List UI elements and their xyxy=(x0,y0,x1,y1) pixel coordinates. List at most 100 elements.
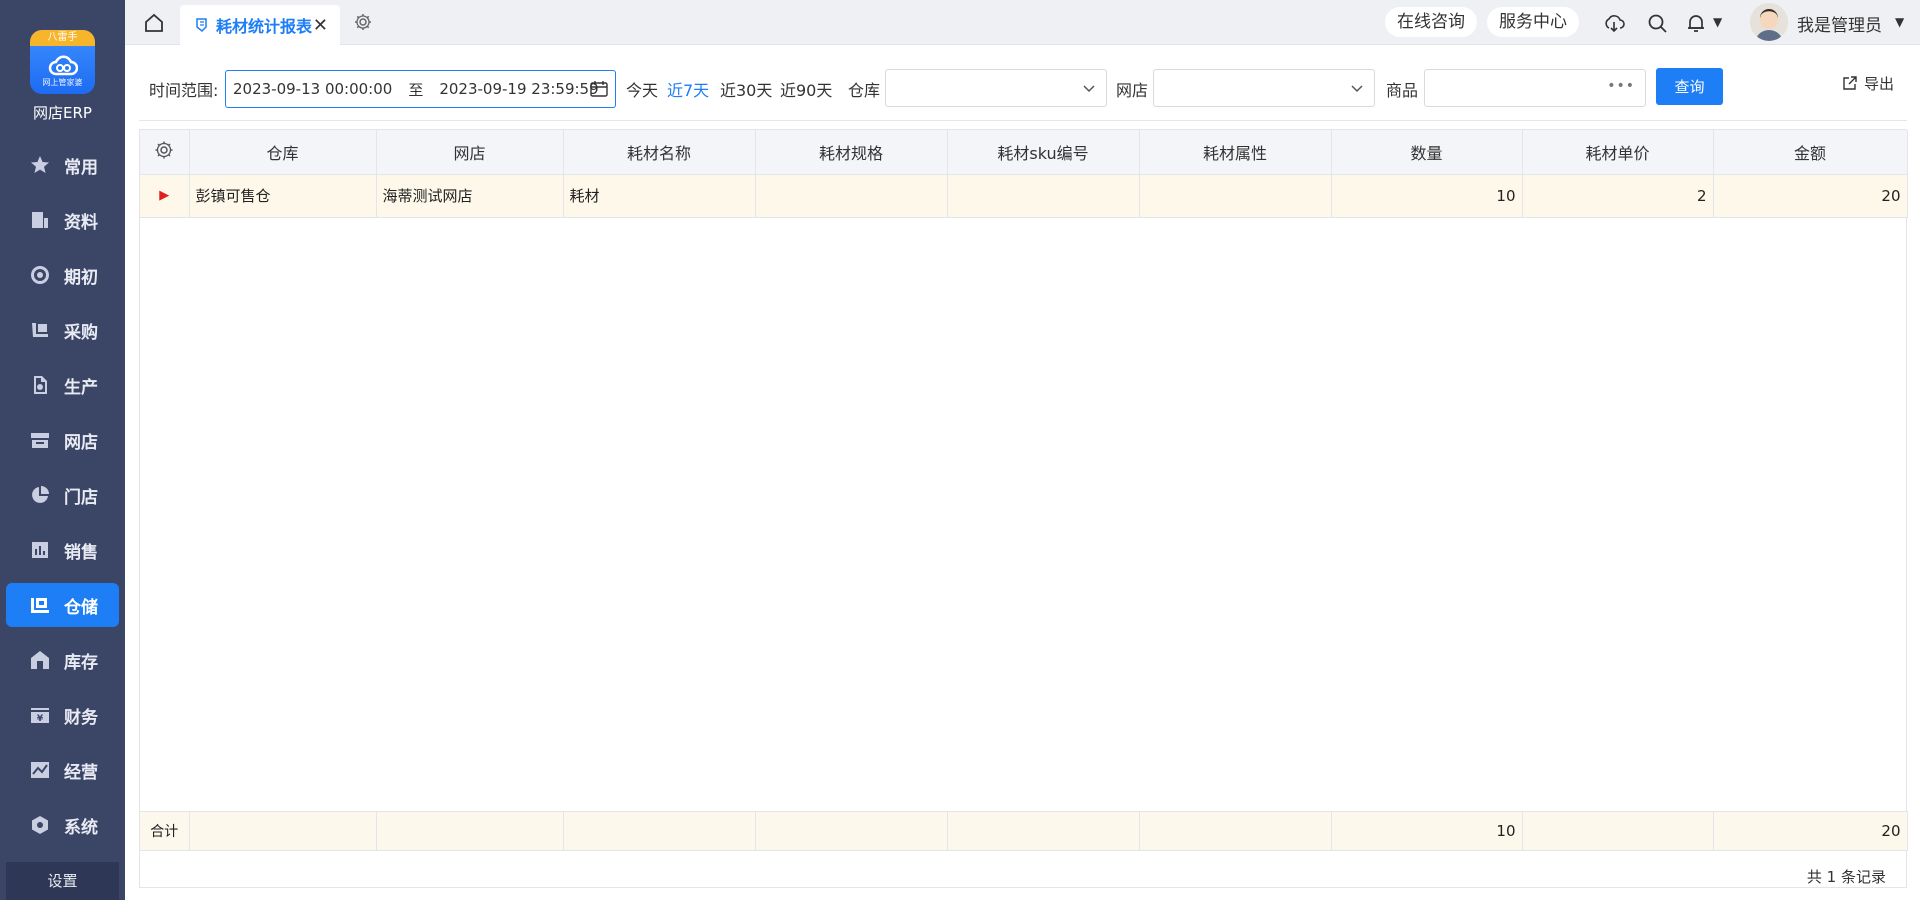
factory-icon xyxy=(34,376,47,394)
brand-name: 网店ERP xyxy=(33,104,92,122)
gear-icon[interactable] xyxy=(353,12,373,32)
cloud-download-icon[interactable] xyxy=(1603,12,1625,34)
shop-icon xyxy=(31,433,49,448)
sidebar-item-operation[interactable]: 经营 xyxy=(6,748,119,792)
home-icon[interactable] xyxy=(143,12,165,34)
sidebar-item-sales[interactable]: 销售 xyxy=(6,528,119,572)
sidebar-item-common[interactable]: 常用 xyxy=(6,143,119,187)
sidebar-item-purchase[interactable]: 采购 xyxy=(6,308,119,352)
cell-qty: 10 xyxy=(1331,174,1523,218)
divider xyxy=(139,120,1907,121)
date-range-picker[interactable]: 2023-09-13 00:00:00 至 2023-09-19 23:59:5… xyxy=(225,70,616,108)
chevron-down-icon[interactable]: ▼ xyxy=(1713,15,1722,29)
sidebar-item-store[interactable]: 门店 xyxy=(6,473,119,517)
column-header[interactable]: 网店 xyxy=(376,130,564,175)
column-header[interactable]: 耗材sku编号 xyxy=(947,130,1140,175)
online-consult-button[interactable]: 在线咨询 xyxy=(1385,7,1477,37)
report-table: 仓库 网店 耗材名称 耗材规格 耗材sku编号 耗材属性 数量 耗材单价 金额 … xyxy=(140,130,1908,218)
avatar[interactable] xyxy=(1750,3,1788,41)
bar-chart-icon xyxy=(32,542,48,558)
cell-spec xyxy=(755,174,948,218)
summary-empty xyxy=(376,811,564,851)
cell-price: 2 xyxy=(1522,174,1714,218)
column-header[interactable]: 仓库 xyxy=(189,130,377,175)
summary-row: 合计 10 20 xyxy=(140,811,1908,851)
query-button[interactable]: 查询 xyxy=(1656,68,1723,105)
pie-icon xyxy=(32,486,49,503)
warehouse-icon xyxy=(31,598,49,613)
sidebar-item-data[interactable]: 资料 xyxy=(6,198,119,242)
column-header[interactable]: 耗材名称 xyxy=(563,130,756,175)
tab-consumables-report[interactable]: 耗材统计报表 ✕ xyxy=(180,5,340,45)
column-header[interactable]: 耗材规格 xyxy=(755,130,948,175)
column-header[interactable]: 数量 xyxy=(1331,130,1523,175)
gear-icon[interactable] xyxy=(154,140,174,160)
column-settings[interactable] xyxy=(140,130,190,175)
cell-name: 耗材 xyxy=(563,174,756,218)
username[interactable]: 我是管理员 xyxy=(1797,11,1882,36)
target-icon xyxy=(31,266,49,284)
summary-empty xyxy=(189,811,377,851)
finance-icon: ¥ xyxy=(31,708,49,724)
export-button[interactable]: 导出 xyxy=(1841,73,1894,94)
product-label: 商品 xyxy=(1386,81,1419,100)
quick-90-days[interactable]: 近90天 xyxy=(780,77,832,101)
sidebar-item-opening[interactable]: 期初 xyxy=(6,253,119,297)
more-icon[interactable]: ••• xyxy=(1607,78,1635,94)
column-header[interactable]: 耗材单价 xyxy=(1522,130,1714,175)
user-avatar-icon xyxy=(1750,3,1788,41)
record-count: 共 1 条记录 xyxy=(1806,868,1886,886)
date-end[interactable]: 2023-09-19 23:59:59 xyxy=(439,80,598,98)
table-row[interactable]: ▶ 彭镇可售仓 海蒂测试网店 耗材 10 2 20 xyxy=(140,174,1908,218)
quick-30-days[interactable]: 近30天 xyxy=(720,77,772,101)
cell-sku xyxy=(947,174,1140,218)
sidebar-item-production[interactable]: 生产 xyxy=(6,363,119,407)
summary-empty xyxy=(1522,811,1714,851)
warehouse-select[interactable] xyxy=(885,69,1107,107)
chevron-down-icon[interactable]: ▼ xyxy=(1895,15,1904,29)
search-icon[interactable] xyxy=(1646,12,1668,34)
sidebar-item-inventory[interactable]: 库存 xyxy=(6,638,119,682)
shop-select[interactable] xyxy=(1153,69,1375,107)
sidebar-item-label: 系统 xyxy=(64,817,98,838)
tab-label: 耗材统计报表 xyxy=(216,17,313,36)
calendar-icon[interactable] xyxy=(589,79,609,99)
summary-amount: 20 xyxy=(1713,811,1908,851)
sidebar-item-warehousing[interactable]: 仓储 xyxy=(6,583,119,627)
sidebar-item-label: 采购 xyxy=(64,322,98,343)
hexagon-icon xyxy=(32,816,48,834)
quick-today[interactable]: 今天 xyxy=(626,77,658,101)
sidebar-item-onlineshop[interactable]: 网店 xyxy=(6,418,119,462)
bell-icon[interactable] xyxy=(1685,12,1707,34)
report-icon xyxy=(196,18,207,33)
sidebar-item-system[interactable]: 系统 xyxy=(6,803,119,847)
home-icon xyxy=(31,651,49,669)
cell-amount: 20 xyxy=(1713,174,1908,218)
quick-7-days[interactable]: 近7天 xyxy=(667,77,709,101)
row-marker-icon: ▶ xyxy=(140,174,190,218)
sidebar-item-label: 门店 xyxy=(64,487,98,508)
summary-table: 合计 10 20 xyxy=(140,811,1908,851)
sidebar-item-label: 库存 xyxy=(64,652,98,673)
date-start[interactable]: 2023-09-13 00:00:00 xyxy=(233,80,392,98)
close-icon[interactable]: ✕ xyxy=(313,15,328,36)
summary-empty xyxy=(563,811,756,851)
date-separator: 至 xyxy=(408,80,424,99)
summary-empty xyxy=(947,811,1140,851)
column-header[interactable]: 金额 xyxy=(1713,130,1908,175)
app-logo[interactable]: 八雷手 网上管家婆 xyxy=(30,30,95,94)
warehouse-label: 仓库 xyxy=(848,81,881,100)
trend-icon xyxy=(31,762,49,778)
product-picker[interactable]: ••• xyxy=(1424,69,1646,107)
report-grid: 仓库 网店 耗材名称 耗材规格 耗材sku编号 耗材属性 数量 耗材单价 金额 … xyxy=(139,129,1908,888)
sidebar-item-label: 网店 xyxy=(64,432,98,453)
settings-button[interactable]: 设置 xyxy=(6,862,119,900)
sidebar-item-label: 财务 xyxy=(64,707,98,728)
logo-subtitle: 网上管家婆 xyxy=(42,78,83,87)
sidebar-item-finance[interactable]: ¥ 财务 xyxy=(6,693,119,737)
top-bar: 耗材统计报表 ✕ 在线咨询 服务中心 ▼ 我是管理员 ▼ xyxy=(125,0,1920,45)
shop-label: 网店 xyxy=(1116,81,1149,100)
cloud-icon xyxy=(48,55,78,76)
column-header[interactable]: 耗材属性 xyxy=(1139,130,1332,175)
service-center-button[interactable]: 服务中心 xyxy=(1487,7,1579,37)
